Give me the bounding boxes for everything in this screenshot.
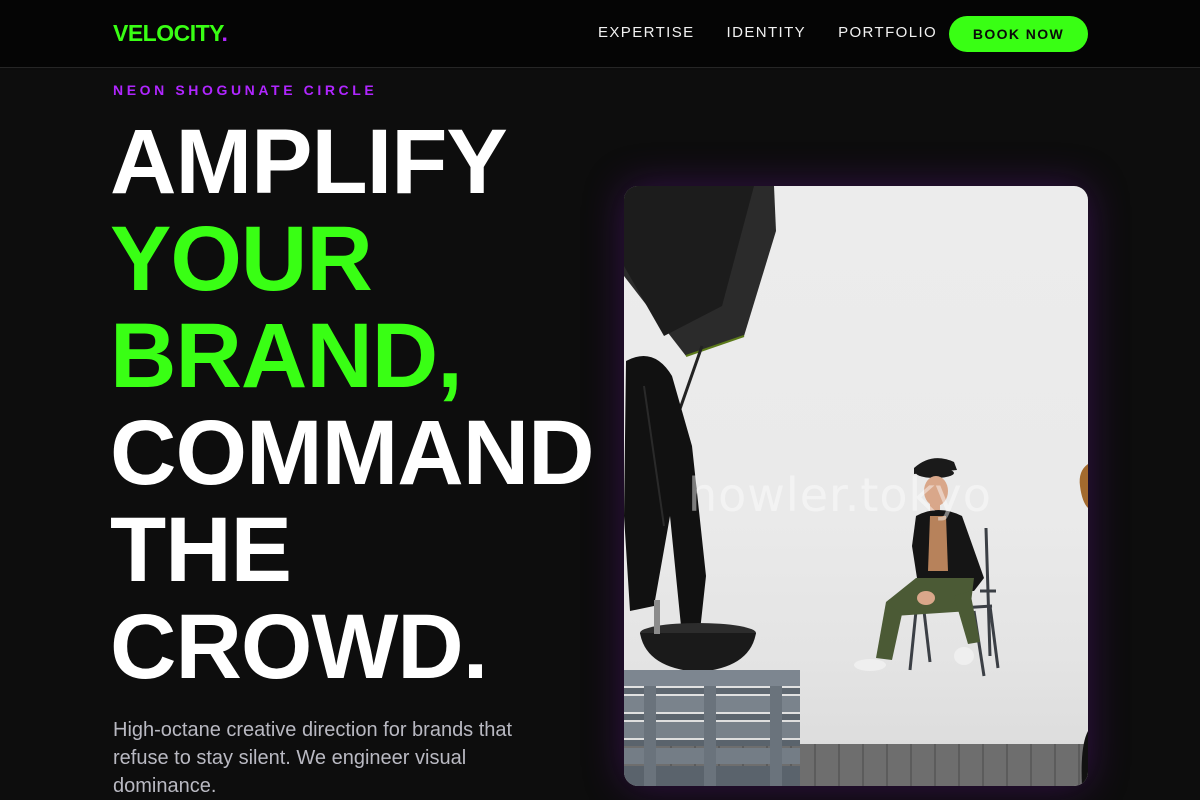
- headline-line-1: AMPLIFY: [110, 111, 508, 213]
- nav-link-identity[interactable]: IDENTITY: [727, 23, 807, 43]
- wooden-pallets: [624, 670, 800, 786]
- brand-logo[interactable]: VELOCITY.: [113, 19, 228, 47]
- headline-line-2: YOUR: [110, 208, 373, 310]
- headline-line-4: COMMAND: [110, 402, 595, 504]
- hero-photo: howler.tokyo: [624, 186, 1088, 786]
- headline-line-6: CROWD.: [110, 596, 488, 698]
- nav-link-expertise[interactable]: EXPERTISE: [598, 23, 695, 43]
- image-watermark: howler.tokyo: [688, 468, 992, 522]
- hero-headline: AMPLIFY YOUR BRAND, COMMAND THE CROWD.: [110, 111, 595, 698]
- hero-subtext: High-octane creative direction for brand…: [113, 719, 513, 797]
- cropped-person: [1079, 464, 1088, 786]
- headline-line-3: BRAND,: [110, 305, 463, 407]
- hero-eyebrow: NEON SHOGUNATE CIRCLE: [113, 82, 378, 98]
- nav-links: EXPERTISE IDENTITY PORTFOLIO: [598, 23, 969, 43]
- logo-text: VELOCITY: [113, 20, 222, 46]
- logo-dot: .: [221, 20, 228, 46]
- nav-link-portfolio[interactable]: PORTFOLIO: [838, 23, 937, 43]
- navbar: VELOCITY. EXPERTISE IDENTITY PORTFOLIO B…: [0, 0, 1200, 68]
- headline-line-5: THE: [110, 499, 292, 601]
- book-now-button[interactable]: BOOK NOW: [949, 16, 1088, 52]
- page: VELOCITY. EXPERTISE IDENTITY PORTFOLIO B…: [0, 0, 1200, 800]
